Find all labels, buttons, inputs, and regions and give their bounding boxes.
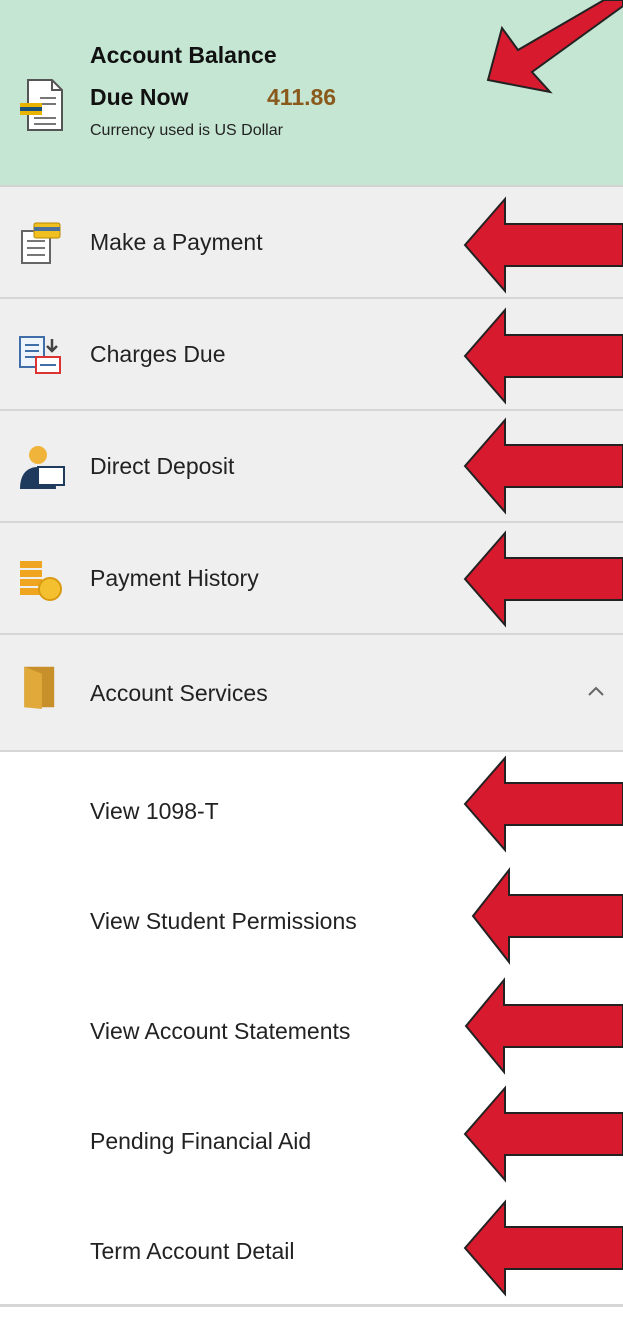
sub-item-view-student-permissions[interactable]: View Student Permissions [0,862,623,980]
currency-note: Currency used is US Dollar [90,122,283,139]
account-balance-tile[interactable]: Account Balance Due Now 411.86 Currency … [0,0,623,187]
nav-item-label: Account Services [90,680,268,706]
sub-item-label: Term Account Detail [90,1238,295,1264]
nav-item-payment-history[interactable]: Payment History [0,523,623,635]
student-finance-panel: Account Balance Due Now 411.86 Currency … [0,0,623,1319]
due-now-label: Due Now [90,84,189,110]
balance-amount: 411.86 [267,84,337,110]
sub-item-label: Pending Financial Aid [90,1128,312,1154]
nav-item-label: Payment History [90,565,259,591]
nav-item-label: Direct Deposit [90,453,235,479]
bill-document-icon [20,79,63,131]
sub-item-view-account-statements[interactable]: View Account Statements [0,972,623,1090]
folder-icon [24,666,55,709]
coin-stack-icon [20,561,62,601]
nav-item-charges-due[interactable]: Charges Due [0,299,623,411]
charges-due-icon [19,336,61,374]
sub-item-label: View Student Permissions [90,908,357,934]
sub-item-view-1098t[interactable]: View 1098-T [0,752,623,870]
sub-item-term-account-detail[interactable]: Term Account Detail [0,1192,623,1310]
sub-item-label: View Account Statements [90,1018,351,1044]
sub-item-pending-financial-aid[interactable]: Pending Financial Aid [0,1082,623,1200]
balance-title: Account Balance [90,42,277,68]
sub-item-label: View 1098-T [90,798,219,824]
divider [0,1304,623,1307]
chevron-up-icon[interactable] [584,679,608,703]
nav-item-make-payment[interactable]: Make a Payment [0,187,623,299]
nav-item-label: Make a Payment [90,229,263,255]
nav-item-account-services[interactable]: Account Services [0,635,623,752]
nav-item-label: Charges Due [90,341,226,367]
payment-card-icon [21,222,61,264]
direct-deposit-icon [20,446,65,489]
nav-item-direct-deposit[interactable]: Direct Deposit [0,411,623,523]
